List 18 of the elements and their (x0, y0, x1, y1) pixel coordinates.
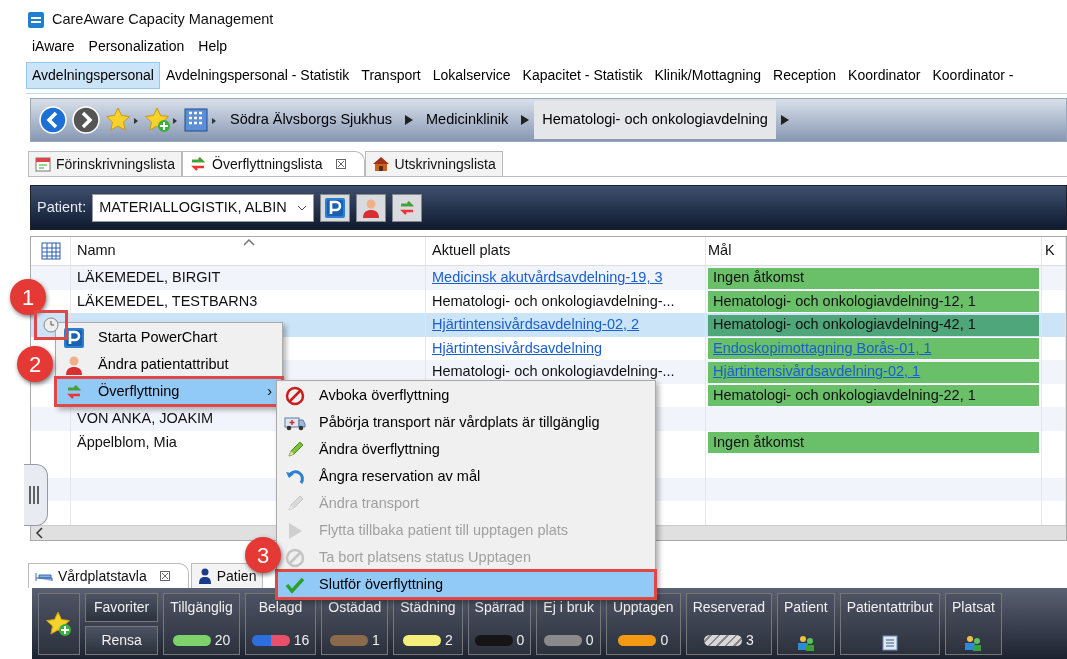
status-count: 16 (293, 630, 310, 650)
goal-cell: Ingen åtkomst (708, 432, 1039, 454)
window-title: CareAware Capacity Management (52, 9, 274, 29)
goal-cell: Hematologi- och onkologiavdelning-42, 1 (708, 314, 1039, 336)
status-count: 3 (745, 630, 754, 650)
goal-cell: Hematologi- och onkologiavdelning-12, 1 (708, 291, 1039, 313)
table-cell: LÄKEMEDEL, BIRGIT (71, 266, 426, 290)
goal-cell: Ingen åtkomst (708, 267, 1039, 289)
status-count: 1 (371, 630, 380, 650)
step-number-badge: 2 (17, 346, 53, 382)
goal-cell: Hematologi- och onkologiavdelning-22, 1 (708, 385, 1039, 407)
status-count: 0 (585, 630, 594, 650)
status-count: 0 (660, 630, 669, 650)
step-number-badge: 1 (10, 279, 46, 315)
status-count: 20 (214, 630, 231, 650)
patient-label: Patient: (37, 197, 87, 217)
status-count: 0 (516, 630, 525, 650)
status-count: 2 (445, 630, 453, 650)
